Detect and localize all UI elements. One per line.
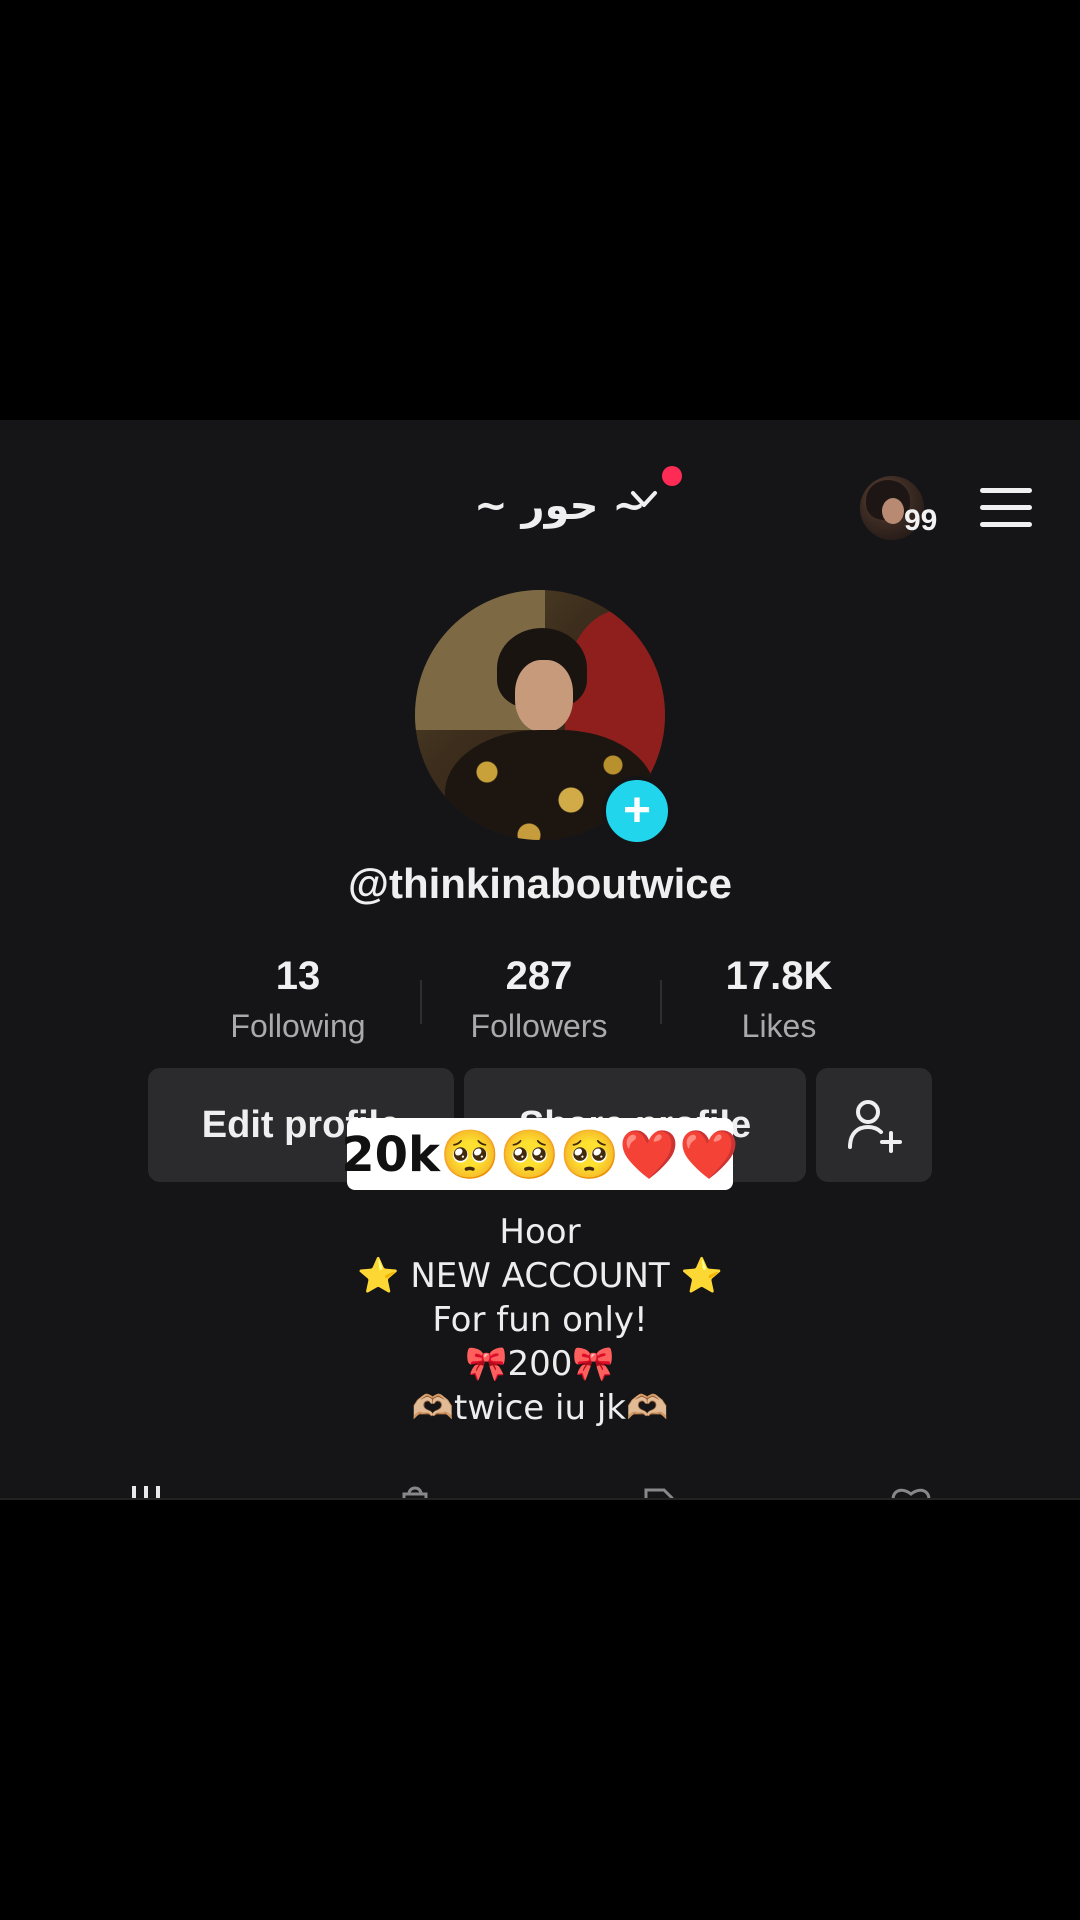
stat-label: Following	[230, 1008, 366, 1044]
stat-followers[interactable]: 287 Followers	[439, 952, 639, 1048]
shop-bag-icon[interactable]	[390, 1476, 440, 1500]
stat-value: 17.8K	[725, 954, 833, 998]
text-sticker: 20k🥺🥺🥺❤️❤️	[341, 1118, 739, 1190]
notification-count-badge: 99	[904, 504, 938, 537]
repost-icon[interactable]	[638, 1476, 688, 1500]
stat-label: Followers	[470, 1008, 608, 1044]
plus-icon[interactable]: +	[602, 776, 672, 846]
video-letterbox-top	[0, 0, 1080, 420]
divider	[420, 980, 422, 1024]
hamburger-menu-icon[interactable]	[980, 488, 1032, 528]
profile-screen: ~ حور ~ 99 + @thinkinaboutwice 13 Follow…	[0, 420, 1080, 1500]
bio-line: ⭐ NEW ACCOUNT ⭐	[357, 1256, 723, 1296]
stat-label: Likes	[741, 1008, 817, 1044]
add-friend-button[interactable]	[816, 1068, 932, 1182]
video-letterbox-bottom	[0, 1500, 1080, 1920]
stat-following[interactable]: 13 Following	[198, 952, 398, 1048]
stat-value: 13	[275, 954, 321, 998]
liked-heart-icon[interactable]	[886, 1476, 936, 1500]
divider	[660, 980, 662, 1024]
stat-likes[interactable]: 17.8K Likes	[679, 952, 879, 1048]
profile-bio: Hoor ⭐ NEW ACCOUNT ⭐ For fun only! 🎀200🎀…	[240, 1210, 840, 1430]
notification-dot	[662, 466, 682, 486]
bio-line: Hoor	[499, 1212, 581, 1252]
add-friend-icon	[848, 1100, 902, 1153]
bio-line: 🎀200🎀	[465, 1344, 615, 1384]
bio-line: For fun only!	[432, 1300, 648, 1340]
chevron-down-icon[interactable]	[625, 480, 663, 518]
stat-value: 287	[505, 954, 573, 998]
username: @thinkinaboutwice	[348, 860, 732, 907]
bio-line: 🫶🏼twice iu jk🫶🏼	[411, 1388, 669, 1428]
grid-icon[interactable]	[130, 1476, 180, 1500]
